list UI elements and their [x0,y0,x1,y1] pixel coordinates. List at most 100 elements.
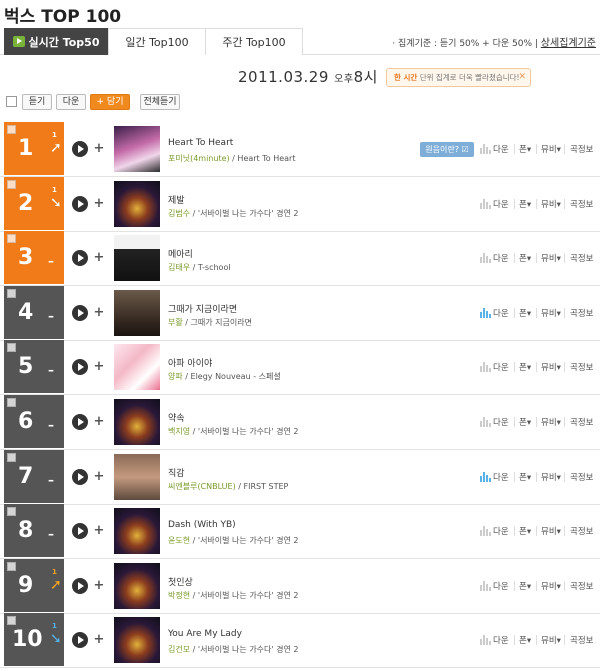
add-button[interactable]: + 담기 [90,94,130,110]
artist-name[interactable]: 포미닛(4minute) [168,154,230,163]
album-cover[interactable] [114,563,160,609]
artist-name[interactable]: 김건모 [168,645,190,654]
play-button[interactable] [72,359,88,375]
artist-name[interactable]: 백지영 [168,427,190,436]
row-phone-button[interactable]: 폰▾ [519,580,531,592]
song-title[interactable]: Heart To Heart [168,138,233,148]
artist-name[interactable]: 부활 [168,318,183,327]
row-music-video-button[interactable]: 뮤비▾ [541,198,561,210]
play-button[interactable] [72,632,88,648]
album-cover[interactable] [114,290,160,336]
row-download-button[interactable]: 다운 [493,471,509,483]
add-to-playlist-button[interactable]: + [92,195,106,213]
song-title[interactable]: You Are My Lady [168,629,242,639]
artist-name[interactable]: 김태우 [168,263,190,272]
detail-criteria-link[interactable]: 상세집계기준 [541,38,596,49]
album-cover[interactable] [114,617,160,663]
artist-name[interactable]: 윤도현 [168,536,190,545]
row-song-info-button[interactable]: 곡정보 [570,634,593,646]
select-all-checkbox[interactable] [6,96,17,107]
row-checkbox[interactable] [7,180,16,189]
row-music-video-button[interactable]: 뮤비▾ [541,416,561,428]
play-button[interactable] [72,305,88,321]
row-song-info-button[interactable]: 곡정보 [570,307,593,319]
add-to-playlist-button[interactable]: + [92,358,106,376]
row-checkbox[interactable] [7,453,16,462]
row-music-video-button[interactable]: 뮤비▾ [541,361,561,373]
song-title[interactable]: 그때가 지금이라면 [168,302,237,315]
album-name[interactable]: / T-school [190,263,231,272]
tab-realtime-top50[interactable]: 실시간 Top50 [4,28,108,55]
play-button[interactable] [72,414,88,430]
original-sound-tooltip[interactable]: 원음이란? ☑ [420,142,474,157]
album-name[interactable]: / '서바이벌 나는 가수다' 경연 2 [190,645,299,654]
album-name[interactable]: / '서바이벌 나는 가수다' 경연 2 [190,591,299,600]
album-cover[interactable] [114,344,160,390]
row-phone-button[interactable]: 폰▾ [519,252,531,264]
song-title[interactable]: 직감 [168,466,185,479]
play-button[interactable] [72,196,88,212]
row-phone-button[interactable]: 폰▾ [519,198,531,210]
add-to-playlist-button[interactable]: + [92,522,106,540]
row-download-button[interactable]: 다운 [493,307,509,319]
add-to-playlist-button[interactable]: + [92,577,106,595]
row-download-button[interactable]: 다운 [493,361,509,373]
album-name[interactable]: / '서바이벌 나는 가수다' 경연 2 [190,209,299,218]
album-name[interactable]: / Elegy Nouveau - 스페셜 [183,372,280,381]
play-button[interactable] [72,523,88,539]
row-phone-button[interactable]: 폰▾ [519,525,531,537]
play-button[interactable] [72,250,88,266]
album-cover[interactable] [114,454,160,500]
row-checkbox[interactable] [7,289,16,298]
row-download-button[interactable]: 다운 [493,416,509,428]
play-button[interactable] [72,141,88,157]
row-download-button[interactable]: 다운 [493,198,509,210]
row-music-video-button[interactable]: 뮤비▾ [541,580,561,592]
song-title[interactable]: 첫인상 [168,575,193,588]
row-checkbox[interactable] [7,616,16,625]
album-cover[interactable] [114,235,160,281]
row-phone-button[interactable]: 폰▾ [519,634,531,646]
close-icon[interactable]: ✕ [518,69,526,86]
row-checkbox[interactable] [7,234,16,243]
song-title[interactable]: 아파 아이야 [168,356,212,369]
add-to-playlist-button[interactable]: + [92,468,106,486]
artist-name[interactable]: 양파 [168,372,183,381]
row-phone-button[interactable]: 폰▾ [519,307,531,319]
row-phone-button[interactable]: 폰▾ [519,361,531,373]
row-song-info-button[interactable]: 곡정보 [570,471,593,483]
album-name[interactable]: / 그때가 지금이라면 [183,318,252,327]
add-to-playlist-button[interactable]: + [92,413,106,431]
artist-name[interactable]: 박정현 [168,591,190,600]
album-cover[interactable] [114,399,160,445]
row-checkbox[interactable] [7,507,16,516]
song-title[interactable]: 메아리 [168,247,193,260]
listen-button[interactable]: 듣기 [22,94,52,110]
row-checkbox[interactable] [7,125,16,134]
row-music-video-button[interactable]: 뮤비▾ [541,634,561,646]
song-title[interactable]: 약속 [168,411,185,424]
album-name[interactable]: / FIRST STEP [236,482,288,491]
album-name[interactable]: / Heart To Heart [230,154,295,163]
row-song-info-button[interactable]: 곡정보 [570,361,593,373]
row-music-video-button[interactable]: 뮤비▾ [541,471,561,483]
row-music-video-button[interactable]: 뮤비▾ [541,525,561,537]
row-song-info-button[interactable]: 곡정보 [570,252,593,264]
row-download-button[interactable]: 다운 [493,252,509,264]
row-song-info-button[interactable]: 곡정보 [570,198,593,210]
row-download-button[interactable]: 다운 [493,580,509,592]
row-phone-button[interactable]: 폰▾ [519,143,531,155]
row-music-video-button[interactable]: 뮤비▾ [541,143,561,155]
row-music-video-button[interactable]: 뮤비▾ [541,307,561,319]
song-title[interactable]: 제발 [168,193,185,206]
row-music-video-button[interactable]: 뮤비▾ [541,252,561,264]
row-song-info-button[interactable]: 곡정보 [570,143,593,155]
row-checkbox[interactable] [7,562,16,571]
add-to-playlist-button[interactable]: + [92,249,106,267]
row-phone-button[interactable]: 폰▾ [519,416,531,428]
row-song-info-button[interactable]: 곡정보 [570,580,593,592]
album-name[interactable]: / '서바이벌 나는 가수다' 경연 2 [190,427,299,436]
add-to-playlist-button[interactable]: + [92,304,106,322]
listen-all-button[interactable]: 전체듣기 [140,94,180,110]
tab-weekly-top100[interactable]: 주간 Top100 [205,28,303,55]
